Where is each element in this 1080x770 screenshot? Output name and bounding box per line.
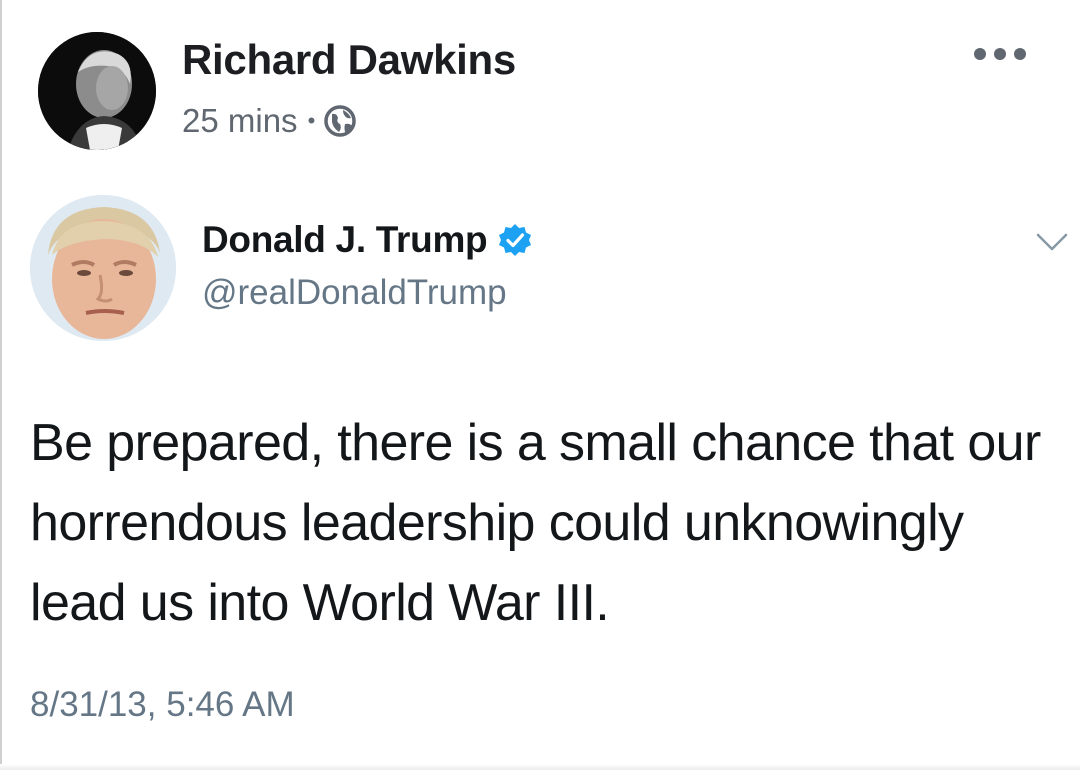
more-options-icon[interactable] <box>974 42 1026 66</box>
tweet-name-row: Donald J. Trump <box>202 219 533 261</box>
dot <box>994 48 1006 60</box>
dot <box>974 48 986 60</box>
meta-separator: • <box>307 108 316 133</box>
embedded-tweet[interactable]: Donald J. Trump @realDonaldTrump Be prep… <box>30 195 1070 745</box>
tweet-author-handle[interactable]: @realDonaldTrump <box>202 273 507 313</box>
post-meta: 25 mins • <box>182 102 357 140</box>
verified-badge-icon <box>497 222 533 258</box>
tweet-author-avatar-image <box>30 195 176 341</box>
post-time[interactable]: 25 mins <box>182 102 298 140</box>
tweet-text: Be prepared, there is a small chance tha… <box>30 414 1041 632</box>
tweet-author-name[interactable]: Donald J. Trump <box>202 219 488 261</box>
tweet-author-avatar[interactable] <box>30 195 176 341</box>
chevron-down-icon[interactable] <box>1034 229 1070 255</box>
dot <box>1014 48 1026 60</box>
bottom-divider <box>0 764 1080 770</box>
author-avatar-image <box>38 32 156 150</box>
author-avatar[interactable] <box>38 32 156 150</box>
tweet-timestamp[interactable]: 8/31/13, 5:46 AM <box>30 685 295 725</box>
globe-icon[interactable] <box>323 104 357 138</box>
author-name[interactable]: Richard Dawkins <box>182 36 516 84</box>
left-border <box>0 0 2 770</box>
post-header: Richard Dawkins 25 mins • <box>38 28 1048 153</box>
